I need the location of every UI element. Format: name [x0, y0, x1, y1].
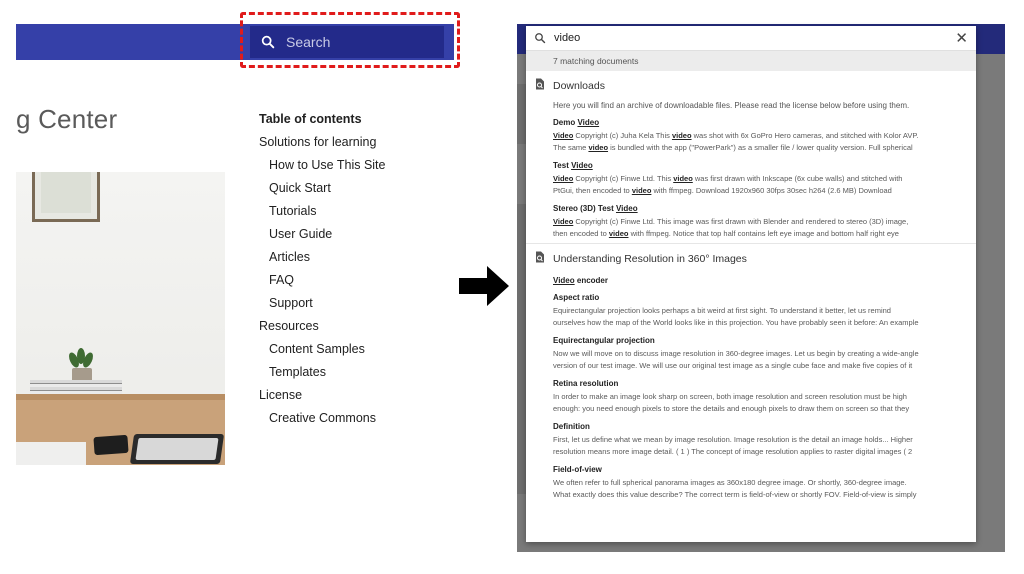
- toc-item[interactable]: Quick Start: [259, 177, 385, 200]
- toc-item[interactable]: License: [259, 384, 385, 407]
- result-item-snippet: Now we will move on to discuss image res…: [553, 349, 919, 370]
- document-icon: [534, 250, 545, 268]
- search-input[interactable]: [284, 33, 428, 51]
- result-item[interactable]: Video encoder: [526, 276, 976, 285]
- arrow-right-icon: [459, 266, 509, 306]
- toc-item[interactable]: Creative Commons: [259, 407, 385, 430]
- search-results-dialog: video ✕ 7 matching documents Downloads He…: [526, 26, 976, 542]
- results-search-bar[interactable]: video ✕: [526, 26, 976, 51]
- result-item-snippet: Video Copyright (c) Finwe Ltd. This vide…: [553, 174, 903, 195]
- toc-item[interactable]: Support: [259, 292, 385, 315]
- result-item-title[interactable]: Demo Video: [553, 118, 966, 127]
- result-item-snippet: In order to make an image look sharp on …: [553, 392, 910, 413]
- result-item-snippet: Video Copyright (c) Juha Kela This video…: [553, 131, 919, 152]
- result-item[interactable]: Demo Video Video Copyright (c) Juha Kela …: [526, 118, 976, 153]
- close-icon[interactable]: ✕: [955, 31, 968, 46]
- result-item-title[interactable]: Field-of-view: [553, 465, 966, 474]
- toc-item[interactable]: Templates: [259, 361, 385, 384]
- result-item-title[interactable]: Retina resolution: [553, 379, 966, 388]
- result-item-snippet: Video Copyright (c) Finwe Ltd. This imag…: [553, 217, 909, 238]
- result-item-title[interactable]: Equirectangular projection: [553, 336, 966, 345]
- result-group: Downloads Here you will find an archive o…: [526, 71, 976, 243]
- toc-title: Table of contents: [259, 112, 362, 126]
- result-group-intro: Here you will find an archive of downloa…: [553, 101, 910, 110]
- result-item-title[interactable]: Aspect ratio: [553, 293, 966, 302]
- result-item[interactable]: Test Video Video Copyright (c) Finwe Ltd.…: [526, 161, 976, 196]
- hero-image: [16, 172, 225, 465]
- toc-item[interactable]: Tutorials: [259, 200, 385, 223]
- results-list: Downloads Here you will find an archive o…: [526, 71, 976, 504]
- toc-item[interactable]: User Guide: [259, 223, 385, 246]
- result-item-title[interactable]: Stereo (3D) Test Video: [553, 204, 966, 213]
- result-item[interactable]: Definition First, let us define what we m…: [526, 422, 976, 457]
- result-item-title[interactable]: Definition: [553, 422, 966, 431]
- toc-item[interactable]: How to Use This Site: [259, 154, 385, 177]
- search-box[interactable]: [250, 26, 444, 58]
- result-item[interactable]: Field-of-view We often refer to full sphe…: [526, 465, 976, 500]
- toc-item[interactable]: Solutions for learning: [259, 131, 385, 154]
- result-item-snippet: First, let us define what we mean by ima…: [553, 435, 913, 456]
- page-title: g Center: [16, 104, 118, 134]
- search-icon: [261, 35, 275, 49]
- result-item-snippet: We often refer to full spherical panoram…: [553, 478, 917, 499]
- result-item[interactable]: Equirectangular projection Now we will mo…: [526, 336, 976, 371]
- result-item-title[interactable]: Test Video: [553, 161, 966, 170]
- result-item[interactable]: Retina resolution In order to make an ima…: [526, 379, 976, 414]
- result-group: Understanding Resolution in 360° Images V…: [526, 243, 976, 504]
- result-group-header[interactable]: Understanding Resolution in 360° Images: [526, 250, 976, 268]
- search-icon: [535, 33, 546, 44]
- toc-item[interactable]: FAQ: [259, 269, 385, 292]
- result-item[interactable]: Aspect ratio Equirectangular projection l…: [526, 293, 976, 328]
- toc-item[interactable]: Articles: [259, 246, 385, 269]
- result-group-header[interactable]: Downloads: [526, 77, 976, 95]
- result-item[interactable]: Stereo (3D) Test Video Video Copyright (c…: [526, 204, 976, 239]
- result-group-title[interactable]: Downloads: [553, 80, 605, 92]
- toc-item[interactable]: Resources: [259, 315, 385, 338]
- table-of-contents: Table of contents Solutions for learning…: [259, 108, 385, 430]
- toc-item[interactable]: Content Samples: [259, 338, 385, 361]
- result-item-title[interactable]: Video encoder: [553, 276, 966, 285]
- document-icon: [534, 77, 545, 95]
- result-group-title[interactable]: Understanding Resolution in 360° Images: [553, 253, 747, 265]
- match-count: 7 matching documents: [526, 51, 976, 71]
- search-query[interactable]: video: [554, 32, 955, 44]
- result-item-snippet: Equirectangular projection looks perhaps…: [553, 306, 919, 327]
